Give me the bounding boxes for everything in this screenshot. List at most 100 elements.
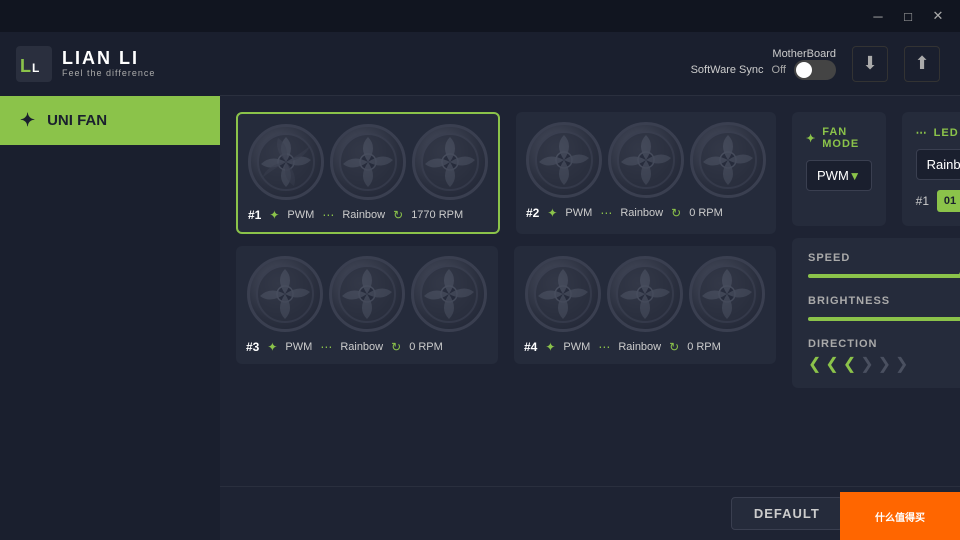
nav-item-label: UNI FAN	[47, 112, 107, 129]
direction-row: DIRECTION ❮ ❮ ❮ ❯ ❯ ❯	[808, 338, 960, 374]
fan-group-4[interactable]: #4 ✦ PWM ⋯ Rainbow ↻ 0 RPM	[514, 246, 776, 364]
fan-mode-block: ✦ FAN MODE PWM ▼	[792, 112, 886, 226]
fan-2a	[526, 122, 602, 198]
direction-arrows: ❮ ❮ ❮ ❯ ❯ ❯	[808, 354, 960, 374]
fan-4-mode: PWM	[563, 341, 590, 353]
fan-mode-select[interactable]: PWM ▼	[806, 160, 872, 191]
led-mode-icon: ⋯	[916, 126, 928, 139]
fan-1-led: Rainbow	[342, 209, 385, 221]
brand-name: LIAN LI	[62, 49, 155, 69]
speed-track[interactable]	[808, 274, 960, 278]
fan-2-id: #2	[526, 206, 539, 220]
header-bar: MotherBoard SoftWare Sync Off ⬇ ⬆	[220, 32, 960, 96]
watermark: 什么值得买	[840, 492, 960, 540]
led-mode-select[interactable]: Rainbow ▼	[916, 149, 960, 180]
fan-2-info: #2 ✦ PWM ⋯ Rainbow ↻ 0 RPM	[526, 206, 766, 220]
speed-track-wrap	[808, 274, 960, 278]
fan-2-rpm: 0 RPM	[689, 207, 723, 219]
fan-2-mode: PWM	[565, 207, 592, 219]
controls-top: ✦ FAN MODE PWM ▼ ⋯ LED MODE Rainbow ▼	[792, 112, 960, 226]
sliders-block: SPEED 75% BRIGHTNESS	[792, 238, 960, 388]
fan-4-rpm-icon: ↻	[669, 340, 679, 354]
fan-3-rpm: 0 RPM	[409, 341, 443, 353]
fan-3-mode-icon: ✦	[267, 340, 277, 354]
fan-blade-icon	[338, 132, 398, 192]
fan-blade-icon	[698, 130, 758, 190]
fan-2-led-icon: ⋯	[600, 206, 612, 220]
logo-area: L L LIAN LI Feel the difference	[0, 32, 220, 96]
fan-blade-icon	[255, 264, 315, 324]
speed-slider-inline: 75%	[808, 268, 960, 283]
brightness-slider-inline: 100%	[808, 311, 960, 326]
led-mode-block: ⋯ LED MODE Rainbow ▼ #1 01 02 03 04	[902, 112, 960, 226]
fan-3c	[411, 256, 487, 332]
fan-3-info: #3 ✦ PWM ⋯ Rainbow ↻ 0 RPM	[246, 340, 488, 354]
svg-text:L: L	[32, 61, 39, 75]
fan-1-mode-icon: ✦	[269, 208, 279, 222]
direction-right-2[interactable]: ❯	[878, 354, 891, 374]
fan-2-led: Rainbow	[620, 207, 663, 219]
brightness-track[interactable]	[808, 317, 960, 321]
led-mode-value: Rainbow	[927, 157, 960, 172]
led-mode-label: LED MODE	[934, 127, 960, 139]
fan-blade-icon	[534, 130, 594, 190]
direction-left-2[interactable]: ❮	[825, 354, 838, 374]
fan-blade-icon	[697, 264, 757, 324]
brightness-fill	[808, 317, 960, 321]
fan-2c	[690, 122, 766, 198]
fan-4c	[689, 256, 765, 332]
brightness-slider-row: BRIGHTNESS 100%	[808, 295, 960, 326]
led-tab-01[interactable]: 01	[937, 190, 960, 212]
fans-row-bottom: #3 ✦ PWM ⋯ Rainbow ↻ 0 RPM	[236, 246, 776, 364]
fan-group-3[interactable]: #3 ✦ PWM ⋯ Rainbow ↻ 0 RPM	[236, 246, 498, 364]
fan-blade-icon	[616, 130, 676, 190]
fan-2-mode-icon: ✦	[547, 206, 557, 220]
fan-group-2-images	[526, 122, 766, 198]
fan-3b	[329, 256, 405, 332]
fan-mode-value: PWM	[817, 168, 849, 183]
fan-1-mode: PWM	[287, 209, 314, 221]
logo-text: LIAN LI Feel the difference	[62, 49, 155, 79]
fan-4a	[525, 256, 601, 332]
fan-3-led: Rainbow	[340, 341, 383, 353]
fan-group-1[interactable]: #1 ✦ PWM ⋯ Rainbow ↻ 1770 RPM	[236, 112, 500, 234]
fan-1a	[248, 124, 324, 200]
fan-blade-icon	[337, 264, 397, 324]
minimize-button[interactable]: ─	[864, 6, 892, 26]
led-tab-label: #1	[916, 194, 929, 208]
download-button[interactable]: ⬇	[852, 46, 888, 82]
fan-group-3-images	[246, 256, 488, 332]
fan-2b	[608, 122, 684, 198]
maximize-button[interactable]: □	[894, 6, 922, 26]
direction-right-3[interactable]: ❯	[895, 354, 908, 374]
fan-4b	[607, 256, 683, 332]
sidebar: L L LIAN LI Feel the difference ✦ UNI FA…	[0, 32, 220, 145]
fan-2-rpm-icon: ↻	[671, 206, 681, 220]
fan-3-id: #3	[246, 340, 259, 354]
mb-sync-line2: SoftWare Sync	[691, 64, 764, 76]
fan-mode-arrow: ▼	[849, 169, 861, 183]
mb-sync-toggle[interactable]	[794, 60, 836, 80]
fan-1b	[330, 124, 406, 200]
mb-sync-line1: MotherBoard	[772, 48, 836, 60]
fan-1c	[412, 124, 488, 200]
direction-left-1[interactable]: ❮	[808, 354, 821, 374]
mb-sync-label: MotherBoard SoftWare Sync Off	[691, 48, 836, 80]
fans-row-top: #1 ✦ PWM ⋯ Rainbow ↻ 1770 RPM	[236, 112, 776, 234]
direction-right-1[interactable]: ❯	[860, 354, 873, 374]
direction-left-3[interactable]: ❮	[843, 354, 856, 374]
nav-item-unifan[interactable]: ✦ UNI FAN	[0, 96, 220, 145]
fan-3-rpm-icon: ↻	[391, 340, 401, 354]
lianli-logo: L L	[16, 46, 52, 82]
fan-4-led-icon: ⋯	[598, 340, 610, 354]
fan-4-mode-icon: ✦	[545, 340, 555, 354]
close-button[interactable]: ✕	[924, 6, 952, 26]
main-content: #1 ✦ PWM ⋯ Rainbow ↻ 1770 RPM	[220, 96, 960, 540]
fan-group-2[interactable]: #2 ✦ PWM ⋯ Rainbow ↻ 0 RPM	[516, 112, 776, 234]
fan-group-4-images	[524, 256, 766, 332]
fans-area: #1 ✦ PWM ⋯ Rainbow ↻ 1770 RPM	[236, 112, 776, 524]
brightness-label: BRIGHTNESS	[808, 295, 960, 307]
default-button[interactable]: DEFAULT	[731, 497, 843, 530]
upload-button[interactable]: ⬆	[904, 46, 940, 82]
fan-1-rpm: 1770 RPM	[411, 209, 463, 221]
